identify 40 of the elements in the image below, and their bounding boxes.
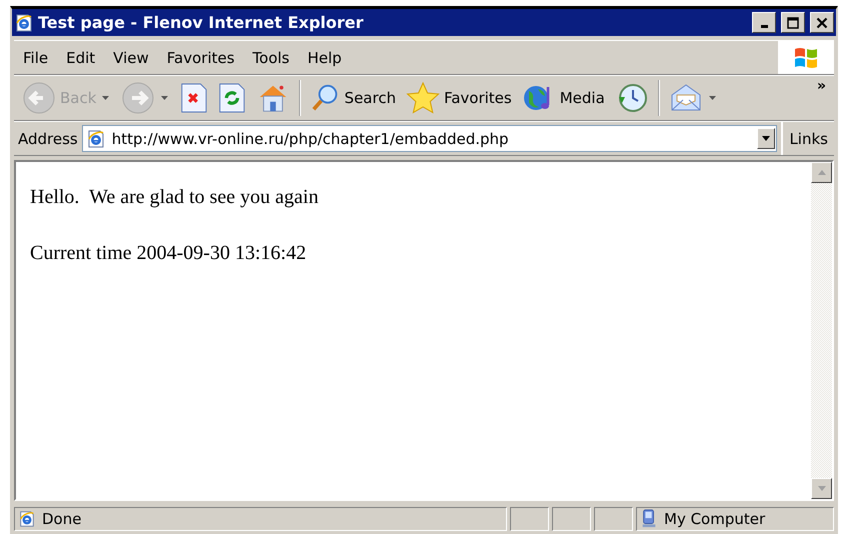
menu-item[interactable]: Edit	[57, 48, 104, 66]
close-icon	[816, 16, 828, 28]
page-icon	[86, 128, 106, 148]
address-field[interactable]: http://www.vr-online.ru/php/chapter1/embadded.php	[82, 125, 778, 152]
maximize-icon	[787, 16, 799, 28]
status-panel	[594, 506, 633, 530]
favorites-button[interactable]: Favorites	[402, 79, 516, 117]
dropdown-button[interactable]	[757, 128, 776, 149]
status-panel	[510, 506, 549, 530]
zone-text: My Computer	[664, 510, 766, 528]
refresh-icon	[218, 82, 246, 114]
down-arrow-icon	[762, 136, 770, 141]
page-icon	[18, 510, 36, 528]
window-title: Test page - Flenov Internet Explorer	[38, 13, 364, 32]
page-text: Hello. We are glad to see you again	[30, 186, 320, 209]
menu-item[interactable]: Favorites	[158, 48, 244, 66]
caret-icon[interactable]	[708, 96, 716, 100]
maximize-button[interactable]	[781, 12, 805, 33]
minimize-icon	[760, 24, 768, 28]
scrollbar[interactable]	[811, 162, 832, 499]
menu-item[interactable]: Tools	[244, 48, 298, 66]
up-arrow-icon	[818, 170, 826, 175]
toolbar-overflow[interactable]: »	[816, 78, 826, 94]
close-button[interactable]	[810, 12, 834, 33]
status-text: Done	[42, 510, 82, 528]
search-button[interactable]: Search	[306, 81, 400, 115]
computer-icon	[640, 508, 658, 528]
media-button[interactable]: Media	[518, 79, 609, 117]
links-button[interactable]: Links	[781, 122, 834, 155]
page-text: Current time 2004-09-30 13:16:42	[30, 242, 308, 265]
menu-item[interactable]: View	[104, 48, 158, 66]
star-icon	[406, 81, 440, 115]
menu-item[interactable]: File	[14, 48, 58, 66]
menu-item[interactable]: Help	[298, 48, 351, 66]
down-arrow-icon	[818, 486, 826, 491]
stop-icon	[180, 82, 208, 114]
minimize-button[interactable]	[752, 12, 776, 33]
status-panel	[552, 506, 591, 530]
address-label: Address	[18, 130, 78, 148]
browser-icon	[14, 12, 34, 32]
